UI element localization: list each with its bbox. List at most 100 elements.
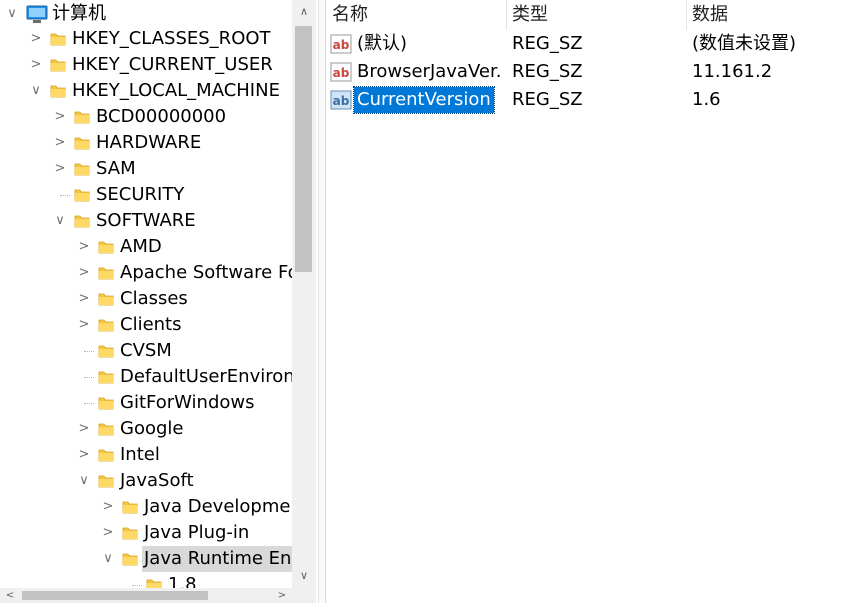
- svg-text:ab: ab: [333, 66, 350, 80]
- tree-node[interactable]: > HARDWARE: [0, 130, 292, 156]
- value-name: CurrentVersion: [353, 86, 495, 114]
- tree-node-label: DefaultUserEnviron: [120, 366, 292, 387]
- chevron-right-icon[interactable]: >: [28, 52, 44, 78]
- scroll-thumb[interactable]: [295, 26, 312, 272]
- tree-node-selected[interactable]: ∨ Java Runtime Env: [0, 546, 292, 572]
- tree-node-label: Clients: [120, 314, 182, 335]
- folder-icon: [98, 343, 114, 359]
- value-name: (默认): [357, 33, 408, 54]
- scroll-left-arrow-icon[interactable]: <: [2, 588, 18, 603]
- tree-node[interactable]: SECURITY: [0, 182, 292, 208]
- column-divider[interactable]: [506, 0, 507, 30]
- scroll-up-arrow-icon[interactable]: ∧: [292, 0, 316, 24]
- tree-root-computer[interactable]: ∨ 计算机: [0, 1, 292, 27]
- tree-node-label: Java Developmer: [144, 496, 292, 517]
- horizontal-scroll-thumb[interactable]: [22, 591, 208, 600]
- tree-node[interactable]: > Clients: [0, 312, 292, 338]
- tree-node[interactable]: > Apache Software Fo: [0, 260, 292, 286]
- chevron-down-icon[interactable]: ∨: [28, 78, 44, 104]
- tree-node[interactable]: > Java Plug-in: [0, 520, 292, 546]
- tree-node[interactable]: > AMD: [0, 234, 292, 260]
- tree-node[interactable]: > Google: [0, 416, 292, 442]
- pane-splitter[interactable]: [318, 0, 326, 603]
- chevron-right-icon[interactable]: >: [52, 104, 68, 130]
- string-value-icon: ab: [330, 90, 352, 110]
- tree-node-label: Intel: [120, 444, 160, 465]
- scroll-down-arrow-icon[interactable]: ∨: [292, 564, 316, 588]
- folder-icon: [98, 317, 114, 333]
- chevron-down-icon[interactable]: ∨: [100, 546, 116, 572]
- tree-node-label: 1.8: [168, 574, 197, 588]
- column-header-data[interactable]: 数据: [692, 0, 728, 30]
- tree-horizontal-scrollbar[interactable]: < >: [0, 588, 316, 603]
- tree-node-label: Classes: [120, 288, 188, 309]
- chevron-down-icon[interactable]: ∨: [52, 208, 68, 234]
- tree-node-label: Java Plug-in: [144, 522, 250, 543]
- folder-icon: [50, 31, 66, 47]
- chevron-right-icon[interactable]: >: [76, 416, 92, 442]
- tree-guide-line: [84, 351, 94, 352]
- chevron-right-icon[interactable]: >: [76, 312, 92, 338]
- tree-node[interactable]: > BCD00000000: [0, 104, 292, 130]
- value-row[interactable]: ab (默认) REG_SZ (数值未设置): [326, 30, 842, 58]
- tree-node-label: AMD: [120, 236, 162, 257]
- scroll-right-arrow-icon[interactable]: >: [274, 588, 290, 603]
- chevron-right-icon[interactable]: >: [100, 520, 116, 546]
- tree-node[interactable]: GitForWindows: [0, 390, 292, 416]
- folder-icon: [98, 265, 114, 281]
- chevron-right-icon[interactable]: >: [76, 234, 92, 260]
- value-row-selected[interactable]: ab CurrentVersion REG_SZ 1.6: [326, 86, 842, 114]
- tree-node[interactable]: CVSM: [0, 338, 292, 364]
- value-row[interactable]: ab BrowserJavaVer... REG_SZ 11.161.2: [326, 58, 842, 86]
- tree-node-label: HKEY_CLASSES_ROOT: [72, 28, 271, 49]
- tree-node[interactable]: > Classes: [0, 286, 292, 312]
- chevron-right-icon[interactable]: >: [100, 494, 116, 520]
- tree-node[interactable]: ∨ HKEY_LOCAL_MACHINE: [0, 78, 292, 104]
- chevron-right-icon[interactable]: >: [52, 156, 68, 182]
- value-type: REG_SZ: [512, 33, 583, 54]
- folder-icon: [74, 161, 90, 177]
- string-value-icon: ab: [330, 62, 352, 82]
- folder-icon: [98, 369, 114, 385]
- tree-node[interactable]: > HKEY_CURRENT_USER: [0, 52, 292, 78]
- tree-node[interactable]: ∨ SOFTWARE: [0, 208, 292, 234]
- column-header-type[interactable]: 类型: [512, 0, 548, 30]
- tree-node[interactable]: > Java Developmer: [0, 494, 292, 520]
- folder-icon: [122, 551, 138, 567]
- tree-vertical-scrollbar[interactable]: ∧ ∨: [292, 0, 316, 588]
- chevron-right-icon[interactable]: >: [28, 26, 44, 52]
- folder-icon: [50, 57, 66, 73]
- tree-node-label: HKEY_CURRENT_USER: [72, 54, 273, 75]
- chevron-right-icon[interactable]: >: [52, 130, 68, 156]
- folder-icon: [74, 187, 90, 203]
- tree-node[interactable]: ∨ JavaSoft: [0, 468, 292, 494]
- column-header-name[interactable]: 名称: [332, 0, 368, 30]
- tree-node[interactable]: > Intel: [0, 442, 292, 468]
- chevron-right-icon[interactable]: >: [76, 286, 92, 312]
- chevron-right-icon[interactable]: >: [76, 260, 92, 286]
- value-name: BrowserJavaVer...: [357, 61, 500, 82]
- tree-node-label: GitForWindows: [120, 392, 255, 413]
- value-data: 1.6: [692, 89, 721, 110]
- folder-icon: [122, 525, 138, 541]
- tree-node-label: SAM: [96, 158, 136, 179]
- value-type: REG_SZ: [512, 61, 583, 82]
- tree-node-label: SECURITY: [96, 184, 185, 205]
- tree-root-label: 计算机: [52, 3, 106, 24]
- folder-icon: [50, 83, 66, 99]
- chevron-right-icon[interactable]: >: [76, 442, 92, 468]
- svg-text:ab: ab: [333, 94, 350, 108]
- tree-node[interactable]: 1.8: [0, 572, 292, 588]
- tree-guide-line: [132, 585, 142, 586]
- tree-node[interactable]: > HKEY_CLASSES_ROOT: [0, 26, 292, 52]
- folder-icon: [98, 447, 114, 463]
- computer-icon: [25, 4, 49, 24]
- tree-node[interactable]: > SAM: [0, 156, 292, 182]
- column-divider[interactable]: [686, 0, 687, 30]
- value-data: (数值未设置): [692, 33, 797, 54]
- registry-tree-pane: ∨ 计算机 > HKEY_CLASSES_ROOT > HKEY_CURRENT_US…: [0, 0, 316, 603]
- tree-node[interactable]: DefaultUserEnviron: [0, 364, 292, 390]
- chevron-down-icon[interactable]: ∨: [4, 1, 20, 27]
- chevron-down-icon[interactable]: ∨: [76, 468, 92, 494]
- folder-icon: [146, 577, 162, 588]
